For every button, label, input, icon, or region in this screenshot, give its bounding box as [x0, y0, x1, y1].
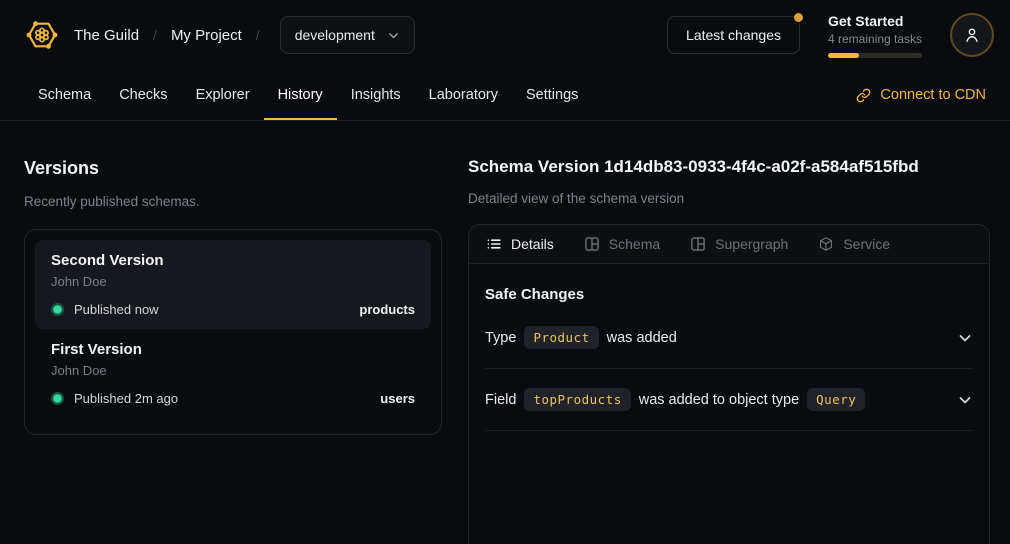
app-header: The Guild / My Project / development Lat…	[0, 0, 1010, 70]
latest-changes-label: Latest changes	[686, 27, 781, 43]
get-started-subtitle: 4 remaining tasks	[828, 32, 922, 46]
detail-content: Safe Changes Type Product was added Fieldt…	[469, 264, 989, 431]
chevron-down-icon[interactable]	[957, 330, 973, 346]
chevron-down-icon[interactable]	[957, 392, 973, 408]
main-nav: Schema Checks Explorer History Insights …	[0, 70, 1010, 121]
change-text-segment: Type	[485, 330, 516, 346]
person-icon	[962, 25, 982, 45]
breadcrumb-project[interactable]: My Project	[171, 27, 242, 44]
version-detail-box: Details Schema Supergraph Service Safe C…	[468, 224, 990, 544]
versions-list: Second Version John Doe Published now pr…	[24, 229, 442, 435]
version-detail-panel: Schema Version 1d14db83-0933-4f4c-a02f-a…	[468, 143, 990, 544]
list-icon	[486, 236, 502, 252]
detail-tabs: Details Schema Supergraph Service	[469, 225, 989, 264]
code-badge: topProducts	[524, 388, 630, 411]
detail-tab-schema[interactable]: Schema	[584, 236, 660, 252]
versions-subtitle: Recently published schemas.	[24, 194, 442, 209]
versions-panel: Versions Recently published schemas. Sec…	[24, 143, 442, 544]
get-started-progress-fill	[828, 53, 859, 58]
version-service-name: products	[359, 302, 415, 317]
tab-checks[interactable]: Checks	[105, 70, 181, 120]
tab-laboratory[interactable]: Laboratory	[415, 70, 512, 120]
change-row[interactable]: Type Product was added	[485, 307, 973, 369]
change-description: Type Product was added	[485, 326, 677, 349]
code-badge: Query	[807, 388, 865, 411]
version-detail-subtitle: Detailed view of the schema version	[468, 191, 990, 206]
detail-tab-details[interactable]: Details	[486, 236, 554, 252]
connect-to-cdn-link[interactable]: Connect to CDN	[856, 87, 986, 103]
link-icon	[856, 88, 871, 103]
latest-changes-button[interactable]: Latest changes	[667, 16, 800, 54]
notification-dot	[794, 13, 803, 22]
detail-tab-supergraph[interactable]: Supergraph	[690, 236, 788, 252]
change-row[interactable]: Field topProducts was added to object type…	[485, 369, 973, 431]
safe-changes-title: Safe Changes	[485, 286, 973, 303]
version-title: Second Version	[51, 252, 415, 269]
get-started-widget[interactable]: Get Started 4 remaining tasks	[828, 13, 922, 58]
tab-history[interactable]: History	[264, 70, 337, 120]
breadcrumb-separator: /	[153, 27, 157, 43]
main-content: Versions Recently published schemas. Sec…	[0, 121, 1010, 544]
environment-select-value: development	[295, 27, 375, 43]
header-right: Latest changes Get Started 4 remaining t…	[667, 13, 994, 58]
published-status-dot	[51, 303, 64, 316]
change-text-segment: Field	[485, 392, 516, 408]
version-author: John Doe	[51, 274, 415, 289]
tab-settings[interactable]: Settings	[512, 70, 592, 120]
version-author: John Doe	[51, 363, 415, 378]
version-service-name: users	[380, 391, 415, 406]
nav-tabs: Schema Checks Explorer History Insights …	[24, 70, 592, 120]
versions-title: Versions	[24, 158, 442, 179]
breadcrumb: The Guild / My Project / development	[24, 16, 415, 54]
environment-select[interactable]: development	[280, 16, 415, 54]
code-badge: Product	[524, 326, 598, 349]
cube-icon	[818, 236, 834, 252]
layout-icon	[584, 236, 600, 252]
version-title: First Version	[51, 341, 415, 358]
version-list-item[interactable]: Second Version John Doe Published now pr…	[35, 240, 431, 329]
chevron-down-icon	[387, 29, 400, 42]
version-status: Published now	[74, 302, 159, 317]
tab-insights[interactable]: Insights	[337, 70, 415, 120]
change-description: Field topProducts was added to object type…	[485, 388, 873, 411]
change-text-segment: was added to object type	[639, 392, 799, 408]
layout-icon	[690, 236, 706, 252]
version-list-item[interactable]: First Version John Doe Published 2m ago …	[35, 329, 431, 418]
breadcrumb-separator: /	[256, 27, 260, 43]
get-started-progress	[828, 53, 922, 58]
get-started-title: Get Started	[828, 13, 922, 29]
version-status: Published 2m ago	[74, 391, 178, 406]
detail-tab-service[interactable]: Service	[818, 236, 890, 252]
breadcrumb-org[interactable]: The Guild	[74, 27, 139, 44]
changes-list: Type Product was added Field topProducts was…	[485, 307, 973, 431]
published-status-dot	[51, 392, 64, 405]
user-avatar-button[interactable]	[950, 13, 994, 57]
tab-explorer[interactable]: Explorer	[182, 70, 264, 120]
tab-schema[interactable]: Schema	[24, 70, 105, 120]
hive-logo-icon[interactable]	[24, 17, 60, 53]
change-text-segment: was added	[607, 330, 677, 346]
version-detail-title: Schema Version 1d14db83-0933-4f4c-a02f-a…	[468, 157, 990, 177]
cdn-link-label: Connect to CDN	[880, 87, 986, 103]
